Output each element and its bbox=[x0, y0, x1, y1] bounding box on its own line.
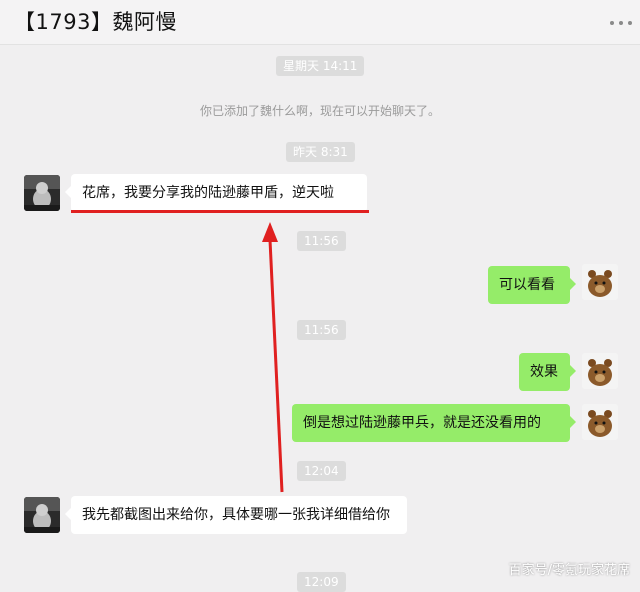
watermark: 百家号/零氪玩家花席 bbox=[508, 563, 630, 578]
user-avatar[interactable] bbox=[582, 264, 618, 300]
timestamp-pill: 12:09 bbox=[297, 572, 346, 592]
timestamp-pill: 11:56 bbox=[297, 320, 346, 340]
timestamp-pill: 12:04 bbox=[297, 461, 346, 481]
message-bubble[interactable]: 倒是想过陆逊藤甲兵，就是还没看用的 bbox=[292, 404, 576, 442]
message-text: 我先都截图出来给你，具体要哪一张我详细借给你 bbox=[82, 507, 390, 523]
message-bubble[interactable]: 可以看看 bbox=[488, 266, 576, 304]
message-bubble[interactable]: 我先都截图出来给你，具体要哪一张我详细借给你 bbox=[65, 496, 407, 534]
user-avatar[interactable] bbox=[582, 353, 618, 389]
timestamp-pill: 11:56 bbox=[297, 231, 346, 251]
contact-avatar[interactable] bbox=[24, 497, 60, 533]
message-bubble[interactable]: 效果 bbox=[519, 353, 576, 391]
message-text: 可以看看 bbox=[499, 277, 555, 293]
user-avatar[interactable] bbox=[582, 404, 618, 440]
message-text: 倒是想过陆逊藤甲兵，就是还没看用的 bbox=[303, 415, 541, 431]
message-text: 效果 bbox=[530, 364, 558, 380]
